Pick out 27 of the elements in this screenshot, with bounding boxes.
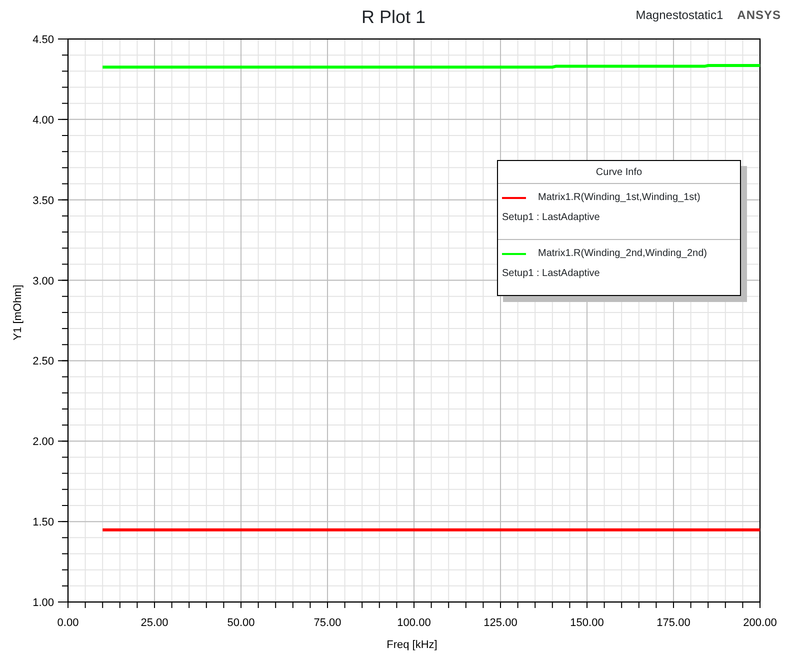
x-tick-label: 25.00: [140, 617, 168, 629]
legend-series-name: Matrix1.R(Winding_1st,Winding_1st): [538, 191, 700, 205]
y-tick-label: 4.00: [32, 114, 54, 126]
x-axis-label: Freq [kHz]: [386, 639, 438, 651]
legend-series-name: Matrix1.R(Winding_2nd,Winding_2nd): [538, 247, 707, 261]
x-tick-label: 0.00: [57, 617, 79, 629]
y-tick-label: 3.50: [32, 194, 54, 207]
y-tick-label: 1.50: [32, 516, 54, 529]
y-tick-label: 4.50: [32, 34, 54, 46]
legend-title: Curve Info: [498, 161, 740, 184]
chart-title: R Plot 1: [361, 6, 426, 28]
x-tick-label: 150.00: [570, 617, 604, 629]
x-tick-label: 200.00: [743, 617, 777, 629]
y-axis-label: Y1 [mOhm]: [12, 284, 24, 340]
x-tick-label: 75.00: [314, 617, 342, 629]
y-tick-label: 2.50: [32, 356, 54, 368]
x-tick-label: 125.00: [484, 617, 518, 629]
design-name: Magnestostatic1: [636, 7, 724, 24]
legend-source: Setup1 : LastAdaptive: [502, 267, 601, 281]
x-tick-label: 50.00: [227, 617, 255, 629]
x-tick-label: 100.00: [397, 617, 431, 629]
brand-logo: ANSYS: [737, 7, 781, 24]
y-tick-label: 3.00: [32, 275, 54, 288]
y-tick-label: 2.00: [32, 436, 54, 448]
legend-source: Setup1 : LastAdaptive: [502, 211, 601, 225]
y-tick-label: 1.00: [32, 597, 54, 609]
x-tick-label: 175.00: [656, 617, 690, 629]
